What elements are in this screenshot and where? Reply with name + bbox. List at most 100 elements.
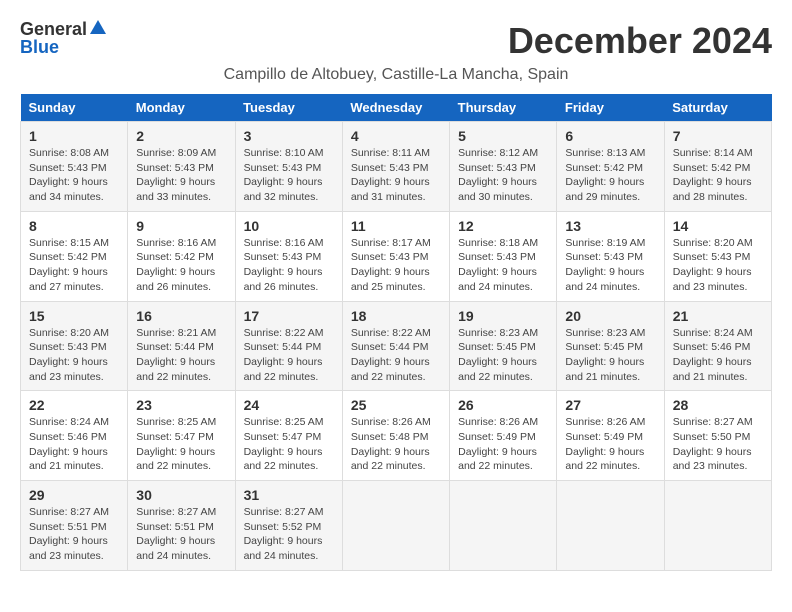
table-row [450, 481, 557, 571]
logo-blue-text: Blue [20, 38, 59, 56]
day-info: Sunrise: 8:26 AMSunset: 5:48 PMDaylight:… [351, 415, 441, 474]
day-info: Sunrise: 8:27 AMSunset: 5:52 PMDaylight:… [244, 505, 334, 564]
location-title: Campillo de Altobuey, Castille-La Mancha… [20, 66, 772, 84]
day-number: 19 [458, 308, 548, 324]
day-info: Sunrise: 8:13 AMSunset: 5:42 PMDaylight:… [565, 146, 655, 205]
table-row: 31 Sunrise: 8:27 AMSunset: 5:52 PMDayligh… [235, 481, 342, 571]
day-info: Sunrise: 8:10 AMSunset: 5:43 PMDaylight:… [244, 146, 334, 205]
table-row: 27 Sunrise: 8:26 AMSunset: 5:49 PMDayligh… [557, 391, 664, 481]
day-number: 16 [136, 308, 226, 324]
table-row: 21 Sunrise: 8:24 AMSunset: 5:46 PMDayligh… [664, 301, 771, 391]
table-row [342, 481, 449, 571]
table-row: 24 Sunrise: 8:25 AMSunset: 5:47 PMDayligh… [235, 391, 342, 481]
day-number: 11 [351, 218, 441, 234]
table-row: 22Sunrise: 8:24 AMSunset: 5:46 PMDayligh… [21, 391, 128, 481]
table-row: 1Sunrise: 8:08 AMSunset: 5:43 PMDaylight… [21, 122, 128, 212]
day-number: 28 [673, 397, 763, 413]
day-info: Sunrise: 8:23 AMSunset: 5:45 PMDaylight:… [458, 326, 548, 385]
day-info: Sunrise: 8:26 AMSunset: 5:49 PMDaylight:… [565, 415, 655, 474]
month-title: December 2024 [508, 20, 772, 62]
day-number: 3 [244, 128, 334, 144]
day-info: Sunrise: 8:25 AMSunset: 5:47 PMDaylight:… [136, 415, 226, 474]
table-row: 28 Sunrise: 8:27 AMSunset: 5:50 PMDayligh… [664, 391, 771, 481]
calendar-week-row: 29 Sunrise: 8:27 AMSunset: 5:51 PMDayligh… [21, 481, 772, 571]
header-wednesday: Wednesday [342, 94, 449, 122]
table-row: 7 Sunrise: 8:14 AMSunset: 5:42 PMDaylight… [664, 122, 771, 212]
table-row: 18 Sunrise: 8:22 AMSunset: 5:44 PMDayligh… [342, 301, 449, 391]
day-info: Sunrise: 8:12 AMSunset: 5:43 PMDaylight:… [458, 146, 548, 205]
day-number: 13 [565, 218, 655, 234]
day-number: 7 [673, 128, 763, 144]
table-row: 5 Sunrise: 8:12 AMSunset: 5:43 PMDaylight… [450, 122, 557, 212]
table-row: 10Sunrise: 8:16 AMSunset: 5:43 PMDayligh… [235, 211, 342, 301]
day-number: 9 [136, 218, 226, 234]
day-info: Sunrise: 8:16 AMSunset: 5:43 PMDaylight:… [244, 236, 334, 295]
header-friday: Friday [557, 94, 664, 122]
logo-icon [89, 18, 107, 36]
day-number: 12 [458, 218, 548, 234]
day-info: Sunrise: 8:09 AMSunset: 5:43 PMDaylight:… [136, 146, 226, 205]
table-row: 8Sunrise: 8:15 AMSunset: 5:42 PMDaylight… [21, 211, 128, 301]
table-row: 25 Sunrise: 8:26 AMSunset: 5:48 PMDayligh… [342, 391, 449, 481]
header-thursday: Thursday [450, 94, 557, 122]
page-header: General Blue December 2024 [20, 20, 772, 62]
calendar-week-row: 8Sunrise: 8:15 AMSunset: 5:42 PMDaylight… [21, 211, 772, 301]
day-info: Sunrise: 8:16 AMSunset: 5:42 PMDaylight:… [136, 236, 226, 295]
day-info: Sunrise: 8:18 AMSunset: 5:43 PMDaylight:… [458, 236, 548, 295]
day-number: 8 [29, 218, 119, 234]
table-row: 2 Sunrise: 8:09 AMSunset: 5:43 PMDaylight… [128, 122, 235, 212]
table-row: 29 Sunrise: 8:27 AMSunset: 5:51 PMDayligh… [21, 481, 128, 571]
day-info: Sunrise: 8:25 AMSunset: 5:47 PMDaylight:… [244, 415, 334, 474]
table-row: 20 Sunrise: 8:23 AMSunset: 5:45 PMDayligh… [557, 301, 664, 391]
day-number: 25 [351, 397, 441, 413]
day-number: 20 [565, 308, 655, 324]
table-row: 17Sunrise: 8:22 AMSunset: 5:44 PMDayligh… [235, 301, 342, 391]
table-row: 15Sunrise: 8:20 AMSunset: 5:43 PMDayligh… [21, 301, 128, 391]
day-number: 5 [458, 128, 548, 144]
day-number: 27 [565, 397, 655, 413]
day-number: 24 [244, 397, 334, 413]
table-row [557, 481, 664, 571]
day-number: 29 [29, 487, 119, 503]
day-number: 31 [244, 487, 334, 503]
table-row: 12 Sunrise: 8:18 AMSunset: 5:43 PMDayligh… [450, 211, 557, 301]
logo: General Blue [20, 20, 107, 56]
table-row: 19 Sunrise: 8:23 AMSunset: 5:45 PMDayligh… [450, 301, 557, 391]
day-info: Sunrise: 8:11 AMSunset: 5:43 PMDaylight:… [351, 146, 441, 205]
day-number: 2 [136, 128, 226, 144]
day-info: Sunrise: 8:27 AMSunset: 5:51 PMDaylight:… [136, 505, 226, 564]
table-row: 23 Sunrise: 8:25 AMSunset: 5:47 PMDayligh… [128, 391, 235, 481]
header-saturday: Saturday [664, 94, 771, 122]
day-number: 22 [29, 397, 119, 413]
day-info: Sunrise: 8:19 AMSunset: 5:43 PMDaylight:… [565, 236, 655, 295]
day-info: Sunrise: 8:17 AMSunset: 5:43 PMDaylight:… [351, 236, 441, 295]
day-number: 6 [565, 128, 655, 144]
day-number: 21 [673, 308, 763, 324]
day-info: Sunrise: 8:24 AMSunset: 5:46 PMDaylight:… [673, 326, 763, 385]
header-sunday: Sunday [21, 94, 128, 122]
day-info: Sunrise: 8:27 AMSunset: 5:51 PMDaylight:… [29, 505, 119, 564]
day-number: 17 [244, 308, 334, 324]
day-number: 4 [351, 128, 441, 144]
day-info: Sunrise: 8:27 AMSunset: 5:50 PMDaylight:… [673, 415, 763, 474]
day-info: Sunrise: 8:23 AMSunset: 5:45 PMDaylight:… [565, 326, 655, 385]
calendar-week-row: 1Sunrise: 8:08 AMSunset: 5:43 PMDaylight… [21, 122, 772, 212]
day-info: Sunrise: 8:20 AMSunset: 5:43 PMDaylight:… [673, 236, 763, 295]
day-info: Sunrise: 8:21 AMSunset: 5:44 PMDaylight:… [136, 326, 226, 385]
table-row: 14Sunrise: 8:20 AMSunset: 5:43 PMDayligh… [664, 211, 771, 301]
table-row: 16 Sunrise: 8:21 AMSunset: 5:44 PMDayligh… [128, 301, 235, 391]
table-row: 26Sunrise: 8:26 AMSunset: 5:49 PMDayligh… [450, 391, 557, 481]
day-info: Sunrise: 8:08 AMSunset: 5:43 PMDaylight:… [29, 146, 119, 205]
day-info: Sunrise: 8:26 AMSunset: 5:49 PMDaylight:… [458, 415, 548, 474]
day-info: Sunrise: 8:22 AMSunset: 5:44 PMDaylight:… [351, 326, 441, 385]
table-row: 30Sunrise: 8:27 AMSunset: 5:51 PMDayligh… [128, 481, 235, 571]
calendar-week-row: 22Sunrise: 8:24 AMSunset: 5:46 PMDayligh… [21, 391, 772, 481]
day-info: Sunrise: 8:14 AMSunset: 5:42 PMDaylight:… [673, 146, 763, 205]
table-row: 3 Sunrise: 8:10 AMSunset: 5:43 PMDaylight… [235, 122, 342, 212]
day-number: 23 [136, 397, 226, 413]
header-tuesday: Tuesday [235, 94, 342, 122]
logo-general-text: General [20, 20, 87, 38]
day-number: 15 [29, 308, 119, 324]
day-number: 18 [351, 308, 441, 324]
table-row: 13 Sunrise: 8:19 AMSunset: 5:43 PMDayligh… [557, 211, 664, 301]
